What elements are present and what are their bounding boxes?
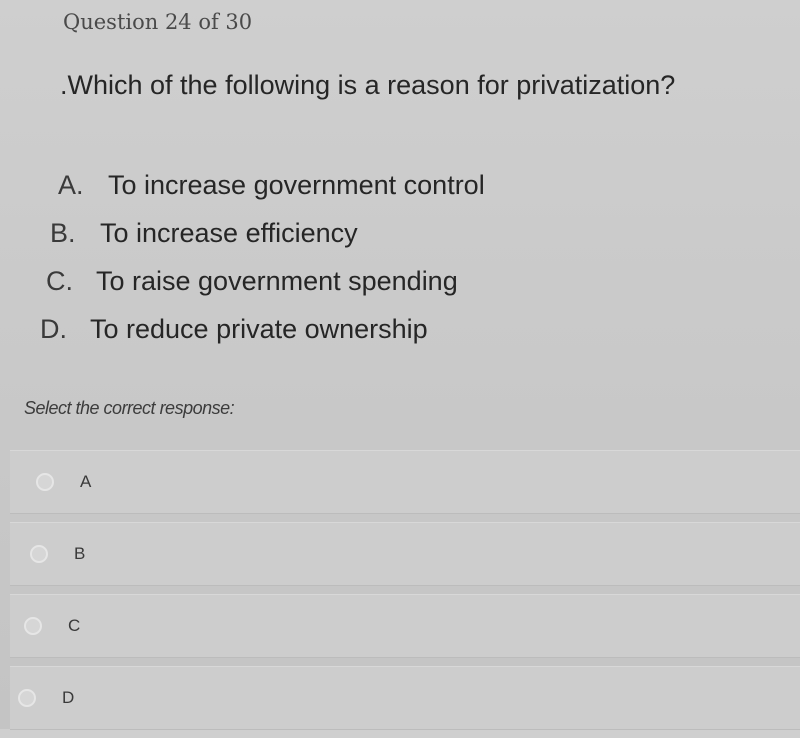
question-text: .Which of the following is a reason for … [60, 70, 676, 100]
response-option-a[interactable]: A [10, 450, 800, 514]
choice-d: D. To reduce private ownership [40, 309, 485, 357]
option-label: A [80, 472, 92, 491]
response-option-b[interactable]: B [10, 522, 800, 586]
choice-text: To raise government spending [96, 266, 458, 296]
choice-letter: B. [50, 218, 76, 248]
radio-button-icon[interactable] [30, 545, 48, 563]
choice-letter: C. [46, 266, 73, 296]
radio-button-icon[interactable] [24, 617, 42, 635]
choice-text: To reduce private ownership [90, 314, 428, 344]
choice-c: C. To raise government spending [46, 261, 485, 309]
choice-letter: D. [40, 314, 67, 344]
option-label: B [74, 544, 86, 563]
radio-button-icon[interactable] [36, 473, 54, 491]
choice-letter: A. [58, 170, 84, 200]
choice-text: To increase government control [108, 170, 485, 200]
response-options: A B C D [10, 450, 800, 738]
response-option-d[interactable]: D [10, 666, 800, 730]
option-label: D [62, 688, 75, 707]
choice-text: To increase efficiency [100, 218, 358, 248]
choice-b: B. To increase efficiency [50, 213, 485, 261]
response-option-c[interactable]: C [10, 594, 800, 658]
question-progress: Question 24 of 30 [63, 10, 253, 34]
choice-a: A. To increase government control [58, 165, 485, 213]
response-instruction: Select the correct response: [24, 398, 235, 418]
option-label: C [68, 616, 81, 635]
answer-choices-list: A. To increase government control B. To in… [40, 165, 485, 357]
radio-button-icon[interactable] [18, 689, 36, 707]
